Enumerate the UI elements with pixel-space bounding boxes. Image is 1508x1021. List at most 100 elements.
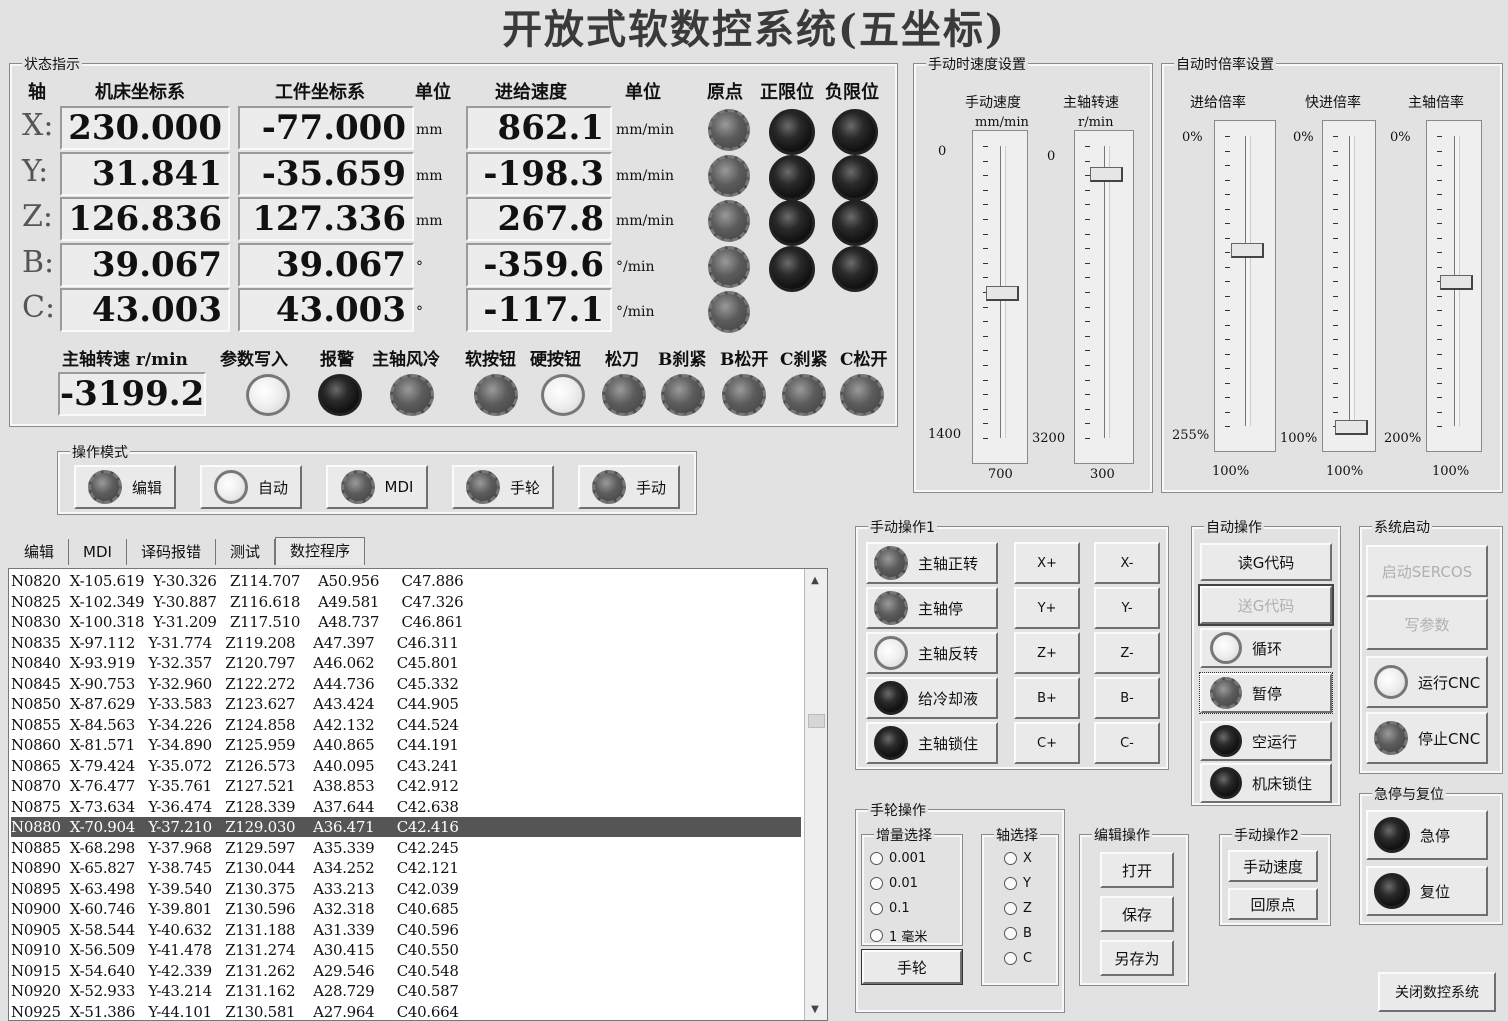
increment-radio[interactable]: 1 毫米 (870, 926, 927, 945)
machine-lock-button[interactable]: 机床锁住 (1200, 763, 1332, 803)
mode-button-1[interactable]: 自动 (200, 465, 302, 509)
jog-button[interactable]: B+ (1014, 677, 1080, 719)
jog-button[interactable]: Y+ (1014, 587, 1080, 629)
program-line[interactable]: N0840 X-93.919 Y-32.357 Z120.797 A46.062… (11, 653, 801, 673)
tab-4[interactable]: 数控程序 (274, 537, 365, 565)
manual-speed-button[interactable]: 手动速度 (1228, 850, 1318, 882)
axis-radio[interactable]: X (1004, 851, 1032, 866)
program-line[interactable]: N0900 X-60.746 Y-39.801 Z130.596 A32.318… (11, 899, 801, 919)
coord-unit: ° (416, 304, 423, 320)
tick (1085, 306, 1090, 308)
program-line[interactable]: N0855 X-84.563 Y-34.226 Z124.858 A42.132… (11, 715, 801, 735)
write-params-button[interactable]: 写参数 (1366, 598, 1488, 650)
handwheel-button[interactable]: 手轮 (861, 949, 963, 985)
jog-button[interactable]: B- (1094, 677, 1160, 719)
program-line[interactable]: N0825 X-102.349 Y-30.887 Z116.618 A49.58… (11, 592, 801, 612)
program-line[interactable]: N0830 X-100.318 Y-31.209 Z117.510 A48.73… (11, 612, 801, 632)
axis-radio[interactable]: Z (1004, 901, 1032, 916)
axis-radio[interactable]: Y (1004, 876, 1031, 891)
axis-radio[interactable]: B (1004, 926, 1032, 941)
pause-button[interactable]: 暂停 (1199, 672, 1333, 714)
program-line[interactable]: N0885 X-68.298 Y-37.968 Z129.597 A35.339… (11, 838, 801, 858)
program-line[interactable]: N0820 X-105.619 Y-30.326 Z114.707 A50.95… (11, 571, 801, 591)
program-line[interactable]: N0920 X-52.933 Y-43.214 Z131.162 A28.729… (11, 981, 801, 1001)
read-gcode-button[interactable]: 读G代码 (1200, 543, 1332, 581)
spindle-op-button-4[interactable]: 主轴锁住 (866, 722, 998, 764)
program-line[interactable]: N0880 X-70.904 Y-37.210 Z129.030 A36.471… (11, 817, 801, 837)
tab-2[interactable]: 译码报错 (127, 539, 216, 565)
feed-rate-slider[interactable] (1214, 120, 1276, 452)
spindle-op-button-1[interactable]: 主轴停 (866, 587, 998, 629)
program-line[interactable]: N0915 X-54.640 Y-42.339 Z131.262 A29.546… (11, 961, 801, 981)
spindle-op-button-0[interactable]: 主轴正转 (866, 542, 998, 584)
estop-button[interactable]: 急停 (1366, 810, 1488, 860)
program-line[interactable]: N0910 X-56.509 Y-41.478 Z131.274 A30.415… (11, 940, 801, 960)
save-button[interactable]: 保存 (1100, 896, 1174, 932)
program-line[interactable]: N0865 X-79.424 Y-35.072 Z126.573 A40.095… (11, 756, 801, 776)
open-button[interactable]: 打开 (1100, 852, 1174, 888)
slider-thumb[interactable] (1231, 243, 1264, 259)
manual-speed-slider[interactable] (972, 130, 1028, 464)
stop-cnc-button[interactable]: 停止CNC (1366, 712, 1488, 764)
slider-thumb[interactable] (1090, 167, 1123, 183)
axis-radio[interactable]: C (1004, 951, 1032, 966)
spindle-op-button-3[interactable]: 给冷却液 (866, 677, 998, 719)
program-line[interactable]: N0850 X-87.629 Y-33.583 Z123.627 A43.424… (11, 694, 801, 714)
increment-radio[interactable]: 0.001 (870, 851, 926, 866)
spindle-op-button-2[interactable]: 主轴反转 (866, 632, 998, 674)
jog-button[interactable]: X- (1094, 542, 1160, 584)
rapid-rate-slider[interactable] (1322, 120, 1376, 452)
slider-thumb[interactable] (986, 286, 1019, 301)
program-listing[interactable]: N0820 X-105.619 Y-30.326 Z114.707 A50.95… (8, 568, 828, 1021)
hdr-machine: 机床坐标系 (95, 82, 185, 103)
increment-radio[interactable]: 0.01 (870, 876, 918, 891)
machine-coord: 31.841 (60, 151, 230, 196)
slider-thumb[interactable] (1440, 275, 1473, 290)
scroll-thumb[interactable] (808, 714, 825, 728)
program-line[interactable]: N0870 X-76.477 Y-35.761 Z127.521 A38.853… (11, 776, 801, 796)
jog-button[interactable]: X+ (1014, 542, 1080, 584)
spindle-rate-slider[interactable] (1426, 120, 1482, 452)
spindle-speed-slider[interactable] (1074, 130, 1134, 464)
program-line[interactable]: N0875 X-73.634 Y-36.474 Z128.339 A37.644… (11, 797, 801, 817)
scroll-down-arrow[interactable]: ▼ (807, 1002, 823, 1018)
mode-button-0[interactable]: 编辑 (74, 465, 176, 509)
machine-coord: 230.000 (60, 106, 230, 150)
tab-1[interactable]: MDI (69, 539, 127, 565)
program-line[interactable]: N0925 X-51.386 Y-44.101 Z130.581 A27.964… (11, 1002, 801, 1021)
mode-button-4[interactable]: 手动 (578, 465, 680, 509)
program-line[interactable]: N0895 X-63.498 Y-39.540 Z130.375 A33.213… (11, 879, 801, 899)
increment-radio[interactable]: 0.1 (870, 901, 910, 916)
scroll-up-arrow[interactable]: ▲ (807, 573, 823, 589)
program-scrollbar[interactable]: ▲ ▼ (804, 569, 827, 1020)
jog-button[interactable]: Y- (1094, 587, 1160, 629)
window-title: 开放式软数控系统(五坐标) (502, 6, 1006, 53)
jog-button[interactable]: Z+ (1014, 632, 1080, 674)
program-line[interactable]: N0835 X-97.112 Y-31.774 Z119.208 A47.397… (11, 633, 801, 653)
home-button[interactable]: 回原点 (1228, 888, 1318, 920)
mode-button-3[interactable]: 手轮 (452, 465, 554, 509)
start-sercos-button[interactable]: 启动SERCOS (1366, 545, 1488, 597)
close-cnc-button[interactable]: 关闭数控系统 (1378, 972, 1496, 1012)
jog-button[interactable]: Z- (1094, 632, 1160, 674)
dry-run-button[interactable]: 空运行 (1200, 721, 1332, 761)
run-cnc-button[interactable]: 运行CNC (1366, 656, 1488, 708)
slider-thumb[interactable] (1335, 420, 1368, 435)
program-line[interactable]: N0845 X-90.753 Y-32.960 Z122.272 A44.736… (11, 674, 801, 694)
mode-button-2[interactable]: MDI (326, 465, 428, 509)
jog-button[interactable]: C+ (1014, 722, 1080, 764)
send-gcode-button[interactable]: 送G代码 (1198, 584, 1334, 626)
neg-limit-led (832, 109, 878, 155)
jog-button[interactable]: C- (1094, 722, 1160, 764)
program-line[interactable]: N0890 X-65.827 Y-38.745 Z130.044 A34.252… (11, 858, 801, 878)
tick (1085, 248, 1090, 250)
program-line[interactable]: N0860 X-81.571 Y-34.890 Z125.959 A40.865… (11, 735, 801, 755)
program-line[interactable]: N0905 X-58.544 Y-40.632 Z131.188 A31.339… (11, 920, 801, 940)
tab-0[interactable]: 编辑 (10, 539, 70, 565)
reset-button[interactable]: 复位 (1366, 866, 1488, 916)
tick (1333, 252, 1338, 253)
tab-3[interactable]: 测试 (216, 539, 275, 565)
cycle-button[interactable]: 循环 (1200, 628, 1332, 668)
save-as-button[interactable]: 另存为 (1100, 940, 1174, 976)
tick (983, 379, 988, 381)
